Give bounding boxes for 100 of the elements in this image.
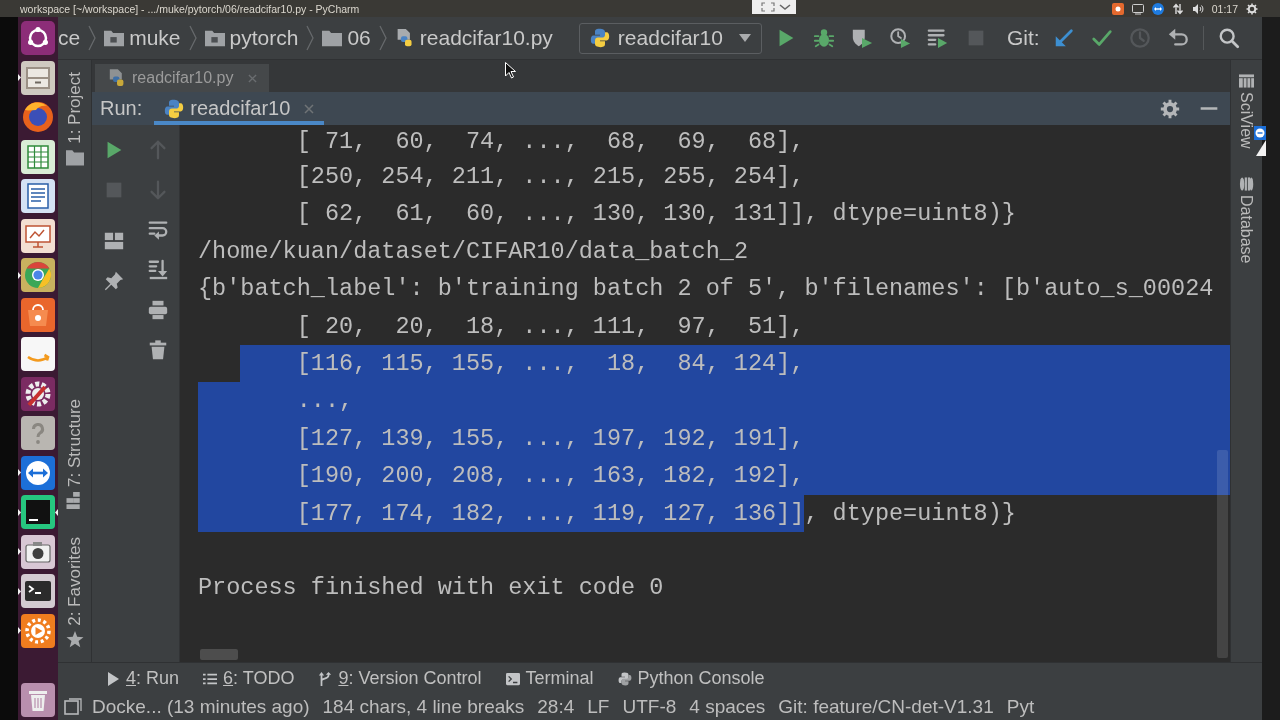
status-item[interactable]: LF xyxy=(587,696,610,718)
panel-title: Run: xyxy=(100,97,143,120)
console-text: [ 20, 20, 18, ..., 111, 97, 51], xyxy=(296,311,805,342)
status-item[interactable]: Git: feature/CN-det-V1.31 xyxy=(778,696,994,718)
search-icon[interactable] xyxy=(1217,27,1240,49)
chevron-icon xyxy=(306,25,315,51)
caret-icon xyxy=(738,34,751,42)
run-config-dropdown[interactable]: readcifar10 xyxy=(578,22,762,54)
trash-icon[interactable] xyxy=(147,339,169,361)
snake-logo-icon xyxy=(617,671,632,686)
trash-icon[interactable] xyxy=(21,683,55,717)
floating-badge-icon[interactable] xyxy=(1254,126,1266,156)
tool-window-button[interactable]: Database xyxy=(1237,176,1255,264)
sun-icon[interactable] xyxy=(21,613,55,648)
status-item[interactable]: 184 chars, 4 line breaks xyxy=(322,696,525,718)
console-text: ..., xyxy=(296,382,354,420)
up-down-arrows-icon[interactable] xyxy=(1171,2,1184,15)
console-text: [127, 139, 155, ..., 197, 192, 191], xyxy=(296,419,805,458)
console-text: [177, 174, 182, ..., 119, 127, 136]] xyxy=(296,494,805,532)
tool-window-button[interactable]: Python Console xyxy=(611,664,771,693)
play-icon xyxy=(106,671,120,686)
database-icon xyxy=(1238,176,1254,191)
tool-window-button[interactable]: 2: Favorites xyxy=(64,537,85,648)
breadcrumb[interactable]: muke xyxy=(104,26,181,50)
wrap-icon[interactable] xyxy=(147,219,169,241)
console-text: [ 71, 60, 74, ..., 68, 69, 68], xyxy=(296,127,805,157)
wrench-gear-icon[interactable] xyxy=(21,376,55,411)
status-item[interactable]: 4 spaces xyxy=(689,696,766,718)
shopping-bag-icon[interactable] xyxy=(21,297,55,332)
tool-window-button[interactable]: 4: Run xyxy=(100,664,186,693)
gear-icon[interactable] xyxy=(1246,2,1258,15)
tool-window-button[interactable]: 7: Structure xyxy=(64,399,85,510)
tool-window-button[interactable]: 9: Version Control xyxy=(312,664,488,693)
presentation-icon[interactable] xyxy=(21,218,55,253)
chevron-icon xyxy=(88,25,97,51)
code-window-icon[interactable] xyxy=(21,495,55,529)
mouse-pointer-icon xyxy=(505,62,516,79)
list-icon xyxy=(203,671,218,686)
pin-icon[interactable] xyxy=(103,270,125,292)
layout-icon[interactable] xyxy=(103,230,125,252)
breadcrumb[interactable]: pytorch xyxy=(204,26,299,50)
tool-window-button[interactable]: 1: Project xyxy=(64,72,85,166)
circle-logo-icon[interactable] xyxy=(21,258,55,292)
ring-dots-icon[interactable] xyxy=(21,21,55,55)
breadcrumb[interactable]: readcifar10.py xyxy=(394,26,553,50)
tool-window-button[interactable]: SciView xyxy=(1237,74,1255,149)
script-file-icon xyxy=(109,69,125,87)
snake-logo-icon xyxy=(164,98,185,119)
drawer-icon[interactable] xyxy=(21,60,55,95)
folder-icon xyxy=(322,29,343,47)
gear-icon[interactable] xyxy=(1160,98,1180,119)
tool-window-button[interactable]: Terminal xyxy=(499,664,600,693)
printer-icon[interactable] xyxy=(147,299,169,321)
console-text: , dtype=uint8)} xyxy=(804,498,1016,529)
minimize-icon[interactable] xyxy=(1199,106,1219,111)
bug-icon[interactable] xyxy=(812,27,835,49)
tray-app-icon[interactable] xyxy=(1111,2,1124,15)
lines-play-icon[interactable] xyxy=(926,27,949,49)
snake-logo-icon xyxy=(589,28,610,48)
console-text: [190, 200, 208, ..., 163, 182, 192], xyxy=(296,457,805,495)
clock[interactable]: 01:17 xyxy=(1211,2,1238,15)
terminal-icon xyxy=(505,671,520,686)
tool-window-button[interactable]: 6: TODO xyxy=(197,664,301,693)
console-text: {b'batch_label': b'training batch 2 of 5', b'filenames': [b'auto_s_00024 xyxy=(198,274,1214,305)
git-label: Git: xyxy=(1006,26,1040,50)
editor-tab[interactable]: readcifar10.py xyxy=(95,64,270,92)
scrollbar-thumb[interactable] xyxy=(1217,450,1228,658)
status-item[interactable]: Docke... (13 minutes ago) xyxy=(92,696,310,718)
chevron-icon xyxy=(378,25,387,51)
status-item[interactable]: 28:4 xyxy=(537,696,575,718)
clock-play-icon[interactable] xyxy=(888,27,911,49)
breadcrumb[interactable]: ce xyxy=(58,26,81,50)
scrollbar-thumb[interactable] xyxy=(200,649,238,660)
expand-chevron-icon[interactable] xyxy=(752,0,796,14)
terminal-icon[interactable] xyxy=(21,574,55,608)
speaker-icon[interactable] xyxy=(1191,2,1204,15)
status-item[interactable]: UTF-8 xyxy=(622,696,677,718)
branch-icon xyxy=(318,671,333,686)
star-icon xyxy=(65,631,84,648)
undo-icon[interactable] xyxy=(1166,27,1189,49)
document-icon[interactable] xyxy=(21,179,55,213)
folder-icon xyxy=(204,29,225,47)
console-text: Process finished with exit code 0 xyxy=(198,573,664,604)
console-text: [116, 115, 155, ..., 18, 84, 124], xyxy=(296,344,805,383)
grid-icon xyxy=(1238,74,1254,88)
console-text: [ 62, 61, 60, ..., 130, 130, 131]], dtype=uint8)} xyxy=(296,199,1016,230)
console-text: [250, 254, 211, ..., 215, 255, 254], xyxy=(296,162,805,192)
camera-icon[interactable] xyxy=(21,534,55,569)
chevron-icon xyxy=(188,25,197,51)
stacked-squares-icon[interactable] xyxy=(64,698,82,716)
shield-play-icon[interactable] xyxy=(850,27,873,49)
status-item[interactable]: Pyt xyxy=(1006,696,1035,718)
window-title: workspace [~/workspace] - .../muke/pytorch/06/readcifar10.py - PyCharm xyxy=(20,2,360,15)
globe-icon[interactable] xyxy=(21,100,55,134)
check-icon[interactable] xyxy=(1090,27,1113,49)
breadcrumb[interactable]: 06 xyxy=(322,26,371,50)
monitor-icon[interactable] xyxy=(1131,2,1144,15)
folder-icon xyxy=(104,29,125,47)
scroll-to-end-icon[interactable] xyxy=(147,259,169,281)
spreadsheet-icon[interactable] xyxy=(21,139,55,174)
